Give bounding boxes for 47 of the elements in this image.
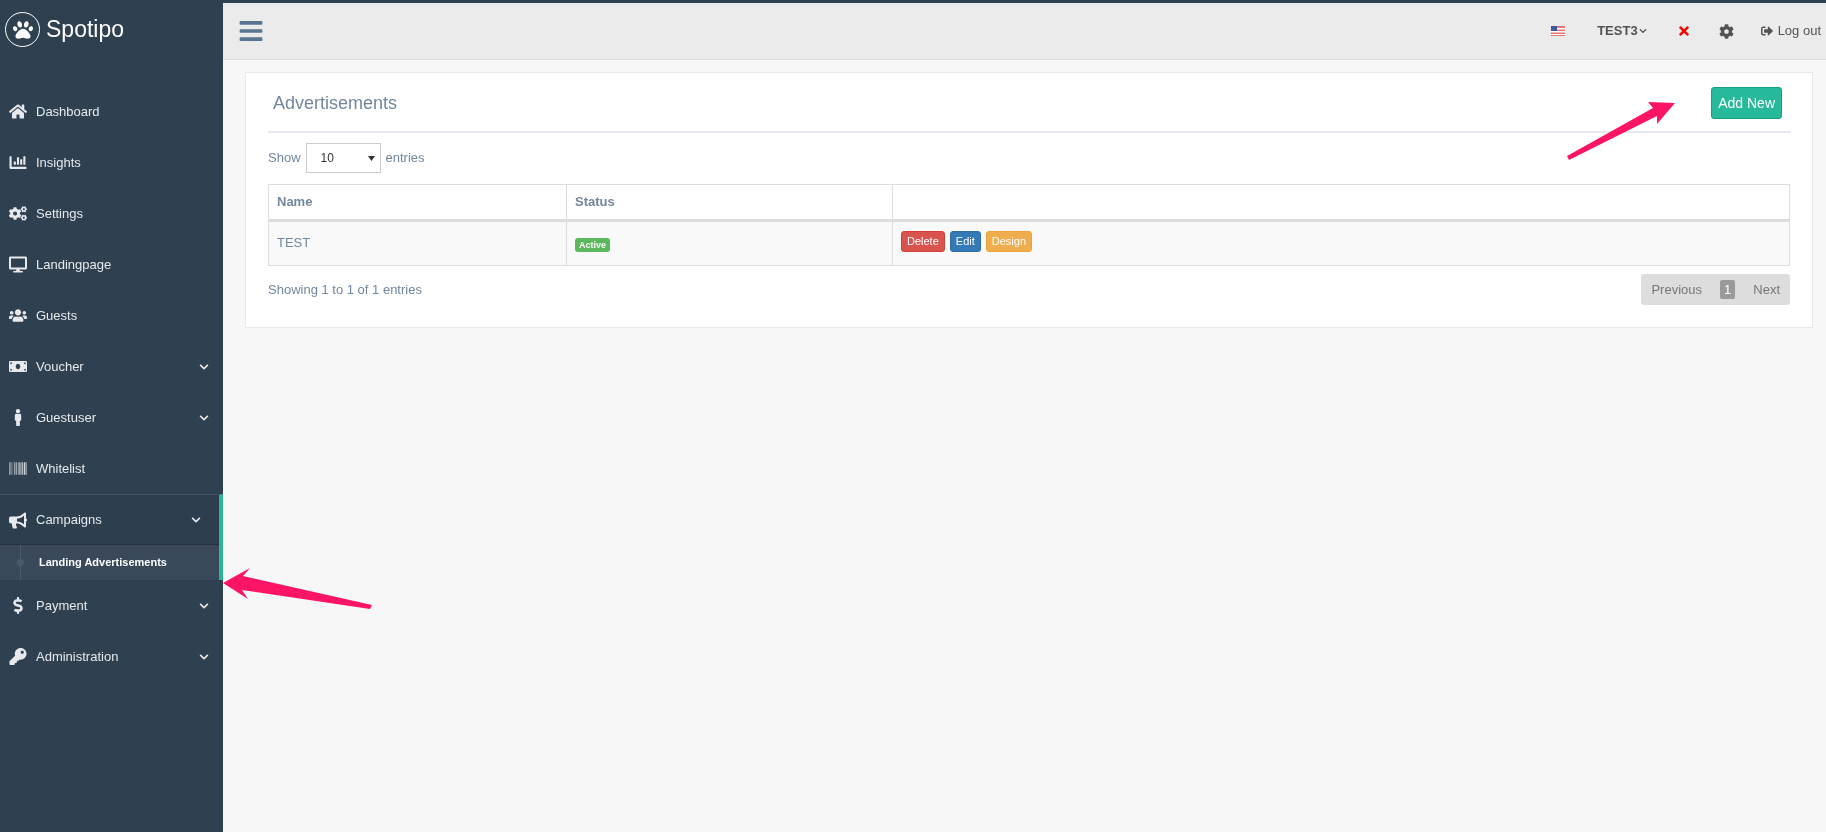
entries-label: entries [385,149,425,168]
action-button[interactable]: Delete [901,231,945,252]
column-header: Status [566,184,893,221]
home-icon [9,103,27,120]
logout-link[interactable]: Log out [1760,21,1821,41]
status-badge: Active [575,238,610,252]
user-menu[interactable]: TEST3 [1597,21,1647,41]
sidebar-item[interactable]: Guests [0,290,223,341]
gears-icon [9,205,27,222]
table-info: Showing 1 to 1 of 1 entries [268,280,422,299]
sidebar-item[interactable]: Whitelist [0,443,223,494]
logout-icon [1760,25,1773,37]
chevron-icon [1638,27,1647,35]
entries-select[interactable]: 10 [305,143,381,173]
caret-icon [367,155,375,161]
panel-title: Advertisements [272,91,398,115]
settings-button[interactable] [1718,23,1734,39]
chevron-icon [199,651,209,662]
column-header: Name [268,184,567,221]
show-label: Show [268,149,301,168]
chevron-icon [199,361,209,372]
bar-chart-icon [9,154,27,171]
banknote-icon [9,358,27,375]
close-button[interactable] [1676,24,1691,38]
brand-name: Spotipo [46,15,124,44]
sidebar-item[interactable]: Campaigns [0,494,223,545]
barcode-icon [9,460,27,477]
monitor-icon [9,256,27,273]
sidebar-item[interactable]: Administration [0,631,223,682]
sidebar-item[interactable]: Landingpage [0,239,223,290]
megaphone-icon [9,511,27,529]
sidebar-item[interactable]: Settings [0,188,223,239]
key-icon [9,648,27,665]
menu-button[interactable] [238,18,264,44]
chevron-icon [191,515,201,525]
us-flag-icon[interactable] [1551,26,1566,36]
chevron-icon [199,412,209,423]
sidebar-item[interactable]: Dashboard [0,86,223,137]
action-button[interactable]: Edit [949,231,981,252]
sidebar-item[interactable]: Guestuser [0,392,223,443]
sidebar-item[interactable]: Insights [0,137,223,188]
users-icon [9,307,27,324]
sidebar-item[interactable]: Payment [0,580,223,631]
sidebar-item[interactable]: Voucher [0,341,223,392]
chevron-icon [199,600,209,611]
sidebar-subitem[interactable]: Landing Advertisements [0,545,223,580]
table-cell: TEST [268,220,567,266]
